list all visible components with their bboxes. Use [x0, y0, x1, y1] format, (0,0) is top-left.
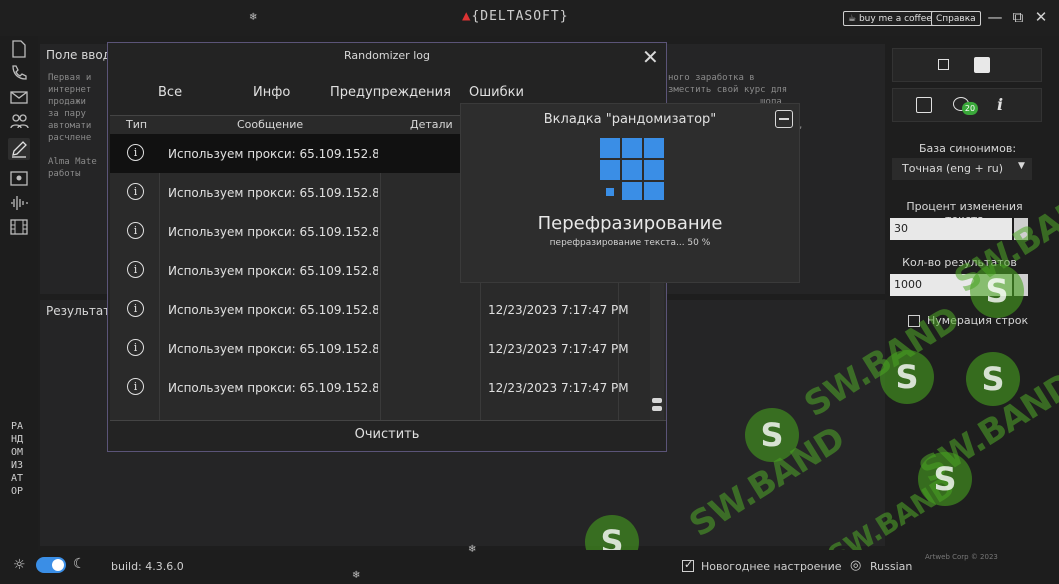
actions-box: 20 i: [892, 88, 1042, 122]
scroll-up-arrow[interactable]: [652, 398, 662, 403]
row-message: Используем прокси: 65.109.152.88:88: [168, 342, 378, 356]
language-selector[interactable]: Russian: [870, 560, 912, 573]
column-header-message[interactable]: Сообщение: [237, 118, 303, 131]
audio-wave-icon[interactable]: [8, 192, 30, 214]
progress-popup: Вкладка "рандомизатор" Перефразирование …: [460, 103, 800, 283]
input-panel-title: Поле ввод: [46, 48, 112, 62]
info-circle-icon: i: [127, 378, 144, 395]
info-circle-icon: i: [127, 339, 144, 356]
watermark-logo: S: [970, 264, 1024, 318]
row-message: Используем прокси: 65.109.152.88:88: [168, 186, 378, 200]
snowflake-icon: ❄: [249, 12, 258, 23]
popup-main-text: Перефразирование: [537, 213, 723, 234]
row-message: Используем прокси: 65.109.152.88:88: [168, 303, 378, 317]
maximize-icon-button[interactable]: ⧉: [1008, 7, 1028, 27]
film-icon[interactable]: [8, 216, 30, 238]
scroll-down-arrow[interactable]: [652, 406, 662, 411]
mode-toggle-box: [892, 48, 1042, 82]
row-message: Используем прокси: 65.109.152.88:88: [168, 225, 378, 239]
square-mode-icon[interactable]: [938, 59, 949, 70]
tab-errors[interactable]: Ошибки: [469, 85, 524, 100]
info-circle-icon: i: [127, 144, 144, 161]
synonym-base-label: База синонимов:: [918, 142, 1017, 155]
chevron-down-icon: ▼: [1018, 161, 1025, 171]
synonym-base-select[interactable]: Точная (eng + ru) ▼: [892, 158, 1032, 180]
tab-all[interactable]: Все: [158, 85, 182, 100]
refresh-count-icon[interactable]: 20: [953, 95, 979, 115]
row-message: Используем прокси: 65.109.152.88:88: [168, 147, 378, 161]
synonym-base-value: Точная (eng + ru): [902, 162, 1004, 175]
help-label: Справка: [936, 14, 976, 24]
users-icon[interactable]: [8, 110, 30, 132]
row-date: 12/23/2023 7:17:47 PM: [488, 381, 629, 395]
info-circle-icon: i: [127, 183, 144, 200]
minimize-button[interactable]: —: [985, 7, 1005, 27]
snowflake-icon: ❄: [468, 544, 477, 555]
table-row[interactable]: i Используем прокси: 65.109.152.88:88 12/2…: [110, 329, 650, 368]
row-message: Используем прокси: 65.109.152.88:88: [168, 381, 378, 395]
image-icon[interactable]: [8, 168, 30, 190]
column-header-details[interactable]: Детали: [410, 118, 453, 131]
info-icon[interactable]: i: [997, 95, 1003, 114]
row-message: Используем прокси: 65.109.152.88:88: [168, 264, 378, 278]
mail-icon[interactable]: [8, 86, 30, 108]
popup-title: Вкладка "рандомизатор": [543, 112, 717, 127]
moon-icon: ☾: [73, 556, 86, 572]
minimize-icon[interactable]: [775, 110, 793, 128]
left-sidebar: РАНДОМИЗАТОР: [0, 36, 38, 550]
watermark-logo: S: [918, 452, 972, 506]
info-circle-icon: i: [127, 300, 144, 317]
column-header-type[interactable]: Тип: [126, 118, 147, 131]
snowflake-icon: ❄: [352, 570, 361, 581]
dice-mode-icon[interactable]: [974, 57, 990, 73]
section-vertical-label: РАНДОМИЗАТОР: [10, 421, 24, 497]
count-badge: 20: [962, 102, 978, 115]
table-row[interactable]: i Используем прокси: 65.109.152.88:88 12/2…: [110, 368, 650, 407]
app-logo: ▲{DELTASOFT}: [462, 8, 569, 24]
status-bar: ☼ ☾ build: 4.3.6.0 ❄ ❄ Artweb Corp © 202…: [0, 544, 1059, 584]
close-button[interactable]: ✕: [1031, 7, 1051, 27]
tab-info[interactable]: Инфо: [253, 85, 290, 100]
dialog-close-icon[interactable]: ✕: [642, 47, 662, 67]
check-icon: ✓: [684, 558, 694, 571]
logo-text: {DELTASOFT}: [471, 9, 569, 24]
globe-icon[interactable]: ◎: [850, 558, 861, 573]
edit-icon[interactable]: [8, 138, 30, 160]
phone-icon[interactable]: [8, 62, 30, 84]
dialog-title: Randomizer log: [344, 49, 430, 62]
row-date: 12/23/2023 7:17:47 PM: [488, 303, 629, 317]
loading-tiles-icon: [600, 138, 664, 200]
buy-coffee-label: buy me a coffee: [858, 14, 932, 24]
info-circle-icon: i: [127, 261, 144, 278]
clear-log-button[interactable]: Очистить: [108, 427, 666, 442]
watermark-logo: S: [745, 408, 799, 462]
copyright-text: Artweb Corp © 2023: [925, 553, 998, 561]
result-panel-title: Результат: [46, 304, 111, 318]
newyear-checkbox[interactable]: ✓: [682, 558, 694, 572]
table-row[interactable]: i Используем прокси: 65.109.152.88:88 12/2…: [110, 290, 650, 329]
watermark-logo: S: [880, 350, 934, 404]
copy-icon[interactable]: [916, 97, 932, 113]
help-button[interactable]: Справка: [931, 11, 981, 26]
watermark-logo: S: [966, 352, 1020, 406]
sun-icon: ☼: [13, 557, 26, 573]
build-version: build: 4.3.6.0: [111, 560, 184, 573]
popup-sub-text: перефразирование текста... 50 %: [549, 238, 711, 248]
newyear-label: Новогоднее настроение: [701, 560, 842, 573]
tab-warnings[interactable]: Предупреждения: [330, 85, 451, 100]
buy-coffee-button[interactable]: ☕ buy me a coffee: [843, 11, 937, 26]
theme-toggle[interactable]: [36, 557, 66, 573]
info-circle-icon: i: [127, 222, 144, 239]
title-bar: ❄ ▲{DELTASOFT} ☕ buy me a coffee Справка…: [0, 0, 1059, 36]
row-date: 12/23/2023 7:17:47 PM: [488, 342, 629, 356]
change-percent-input[interactable]: 30: [890, 218, 1012, 240]
document-icon[interactable]: [8, 38, 30, 60]
